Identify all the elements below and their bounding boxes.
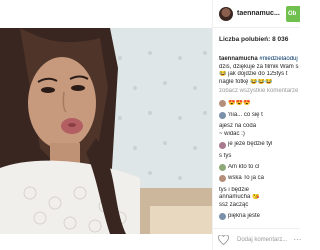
comment-row: 😍😍😍 bbox=[219, 100, 301, 108]
commenter-avatar[interactable] bbox=[219, 111, 226, 119]
commenter-avatar[interactable] bbox=[219, 212, 226, 220]
comment-text: je jeże będzie tyl bbox=[228, 141, 273, 148]
comment-text: 😍😍😍 bbox=[228, 99, 251, 106]
more-options-icon[interactable]: ⋯ bbox=[293, 235, 302, 244]
comment-row: wska To ja ca bbox=[219, 175, 301, 183]
comment-row: piękna jeste bbox=[219, 213, 301, 221]
post-sidebar: taennamuc... Ob Liczba polubień: 8 036 t… bbox=[212, 0, 300, 250]
commenter-avatar[interactable] bbox=[219, 100, 226, 108]
caption-line: nagle fotkę 😂😂😂 bbox=[219, 78, 273, 85]
hashtag-link[interactable]: #niedzielaoduj bbox=[258, 56, 297, 62]
caption-line: dziś, dziękuje za filmik Wam s bbox=[219, 63, 299, 70]
comment-text: Am kto to cl bbox=[228, 163, 260, 170]
caption-line: 😂 jak dojdzie do 125tys t bbox=[219, 71, 288, 78]
comment-text: s tys bbox=[219, 152, 232, 159]
comment-row: Am kto to cl bbox=[219, 164, 301, 172]
caption-line: taennamucha #niedzielaoduj bbox=[219, 56, 301, 64]
post-header: taennamuc... Ob bbox=[213, 0, 300, 28]
commenter-avatar[interactable] bbox=[219, 163, 226, 171]
comments-list: taennamucha #niedzielaoduj dziś, dziękuj… bbox=[219, 56, 301, 226]
comment-row: 'nia... co się t bbox=[219, 112, 301, 120]
avatar[interactable] bbox=[219, 6, 233, 21]
view-all-comments-link[interactable]: zobacz wszystkie komentarze bbox=[219, 88, 301, 96]
comment-text: 'nia... co się t bbox=[228, 111, 263, 118]
commenter-avatar[interactable] bbox=[219, 141, 226, 149]
heart-icon[interactable] bbox=[218, 234, 229, 245]
post-actions: Dodaj komentarz... ⋯ bbox=[212, 228, 302, 250]
comment-row: je jeże będzie tyl bbox=[219, 141, 301, 149]
post-photo[interactable] bbox=[0, 28, 212, 234]
follow-button[interactable]: Ob bbox=[286, 6, 300, 22]
comment-text: ~ widać :) bbox=[219, 130, 245, 137]
comment-text: ajesz na coda bbox=[219, 123, 257, 130]
username[interactable]: taennamuc... bbox=[237, 10, 283, 17]
caption-username[interactable]: taennamucha bbox=[219, 56, 258, 62]
comment-input[interactable]: Dodaj komentarz... bbox=[237, 237, 287, 243]
likes-count[interactable]: Liczba polubień: 8 036 bbox=[219, 36, 288, 43]
comment-text: ssz zacząć bbox=[219, 201, 249, 208]
comment-text: tys i będzie bbox=[219, 186, 250, 193]
comment-text: annamucha 😘 bbox=[219, 194, 260, 201]
commenter-avatar[interactable] bbox=[219, 175, 226, 183]
comment-text: wska To ja ca bbox=[228, 175, 264, 182]
comment-text: piękna jeste bbox=[228, 212, 261, 219]
